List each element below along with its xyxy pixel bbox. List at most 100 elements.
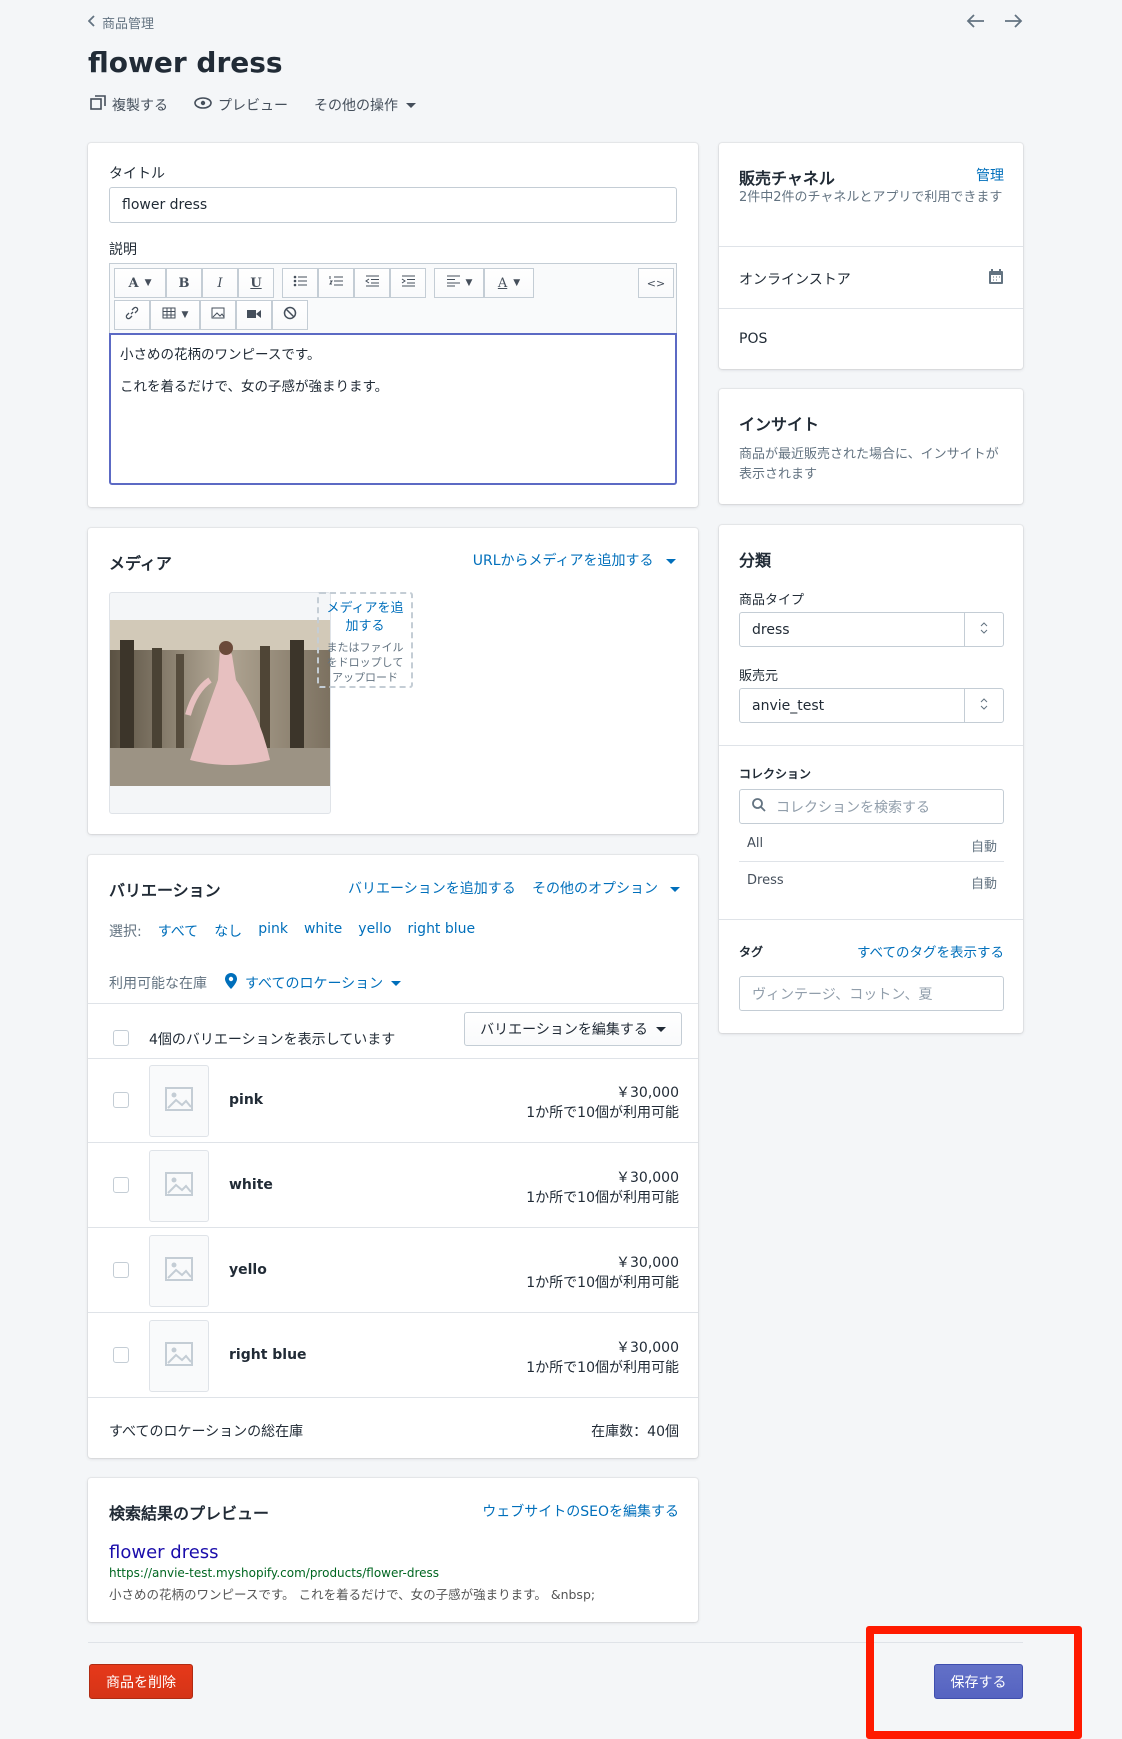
next-product-arrow-icon[interactable] bbox=[1003, 13, 1023, 33]
add-variant-link[interactable]: バリエーションを追加する bbox=[348, 878, 516, 898]
numbered-list-icon bbox=[329, 275, 343, 291]
channel-pos: POS bbox=[739, 331, 768, 347]
font-style-button[interactable]: A ▼ bbox=[114, 268, 166, 298]
sales-channels-card: 販売チャネル 管理 2件中2件のチャネルとアプリで利用できます オンラインストア… bbox=[719, 143, 1023, 369]
description-line: 小さめの花柄のワンピースです。 bbox=[120, 347, 321, 363]
sales-channels-title: 販売チャネル bbox=[739, 169, 835, 188]
vendor-stepper[interactable] bbox=[964, 689, 1003, 722]
search-icon bbox=[752, 797, 766, 816]
variant-row[interactable]: yello ￥30,000 1か所で10個が利用可能 bbox=[88, 1229, 698, 1313]
select-pink-link[interactable]: pink bbox=[258, 921, 288, 941]
image-placeholder-icon bbox=[165, 1172, 193, 1200]
prev-product-arrow-icon[interactable] bbox=[966, 13, 986, 33]
divider bbox=[719, 919, 1023, 920]
product-type-stepper[interactable] bbox=[964, 613, 1003, 646]
save-button[interactable]: 保存する bbox=[934, 1664, 1023, 1699]
variant-image-placeholder[interactable] bbox=[149, 1150, 209, 1222]
add-media-link[interactable]: メディアを追加する bbox=[319, 600, 411, 636]
total-inventory-label: すべてのロケーションの総在庫 bbox=[109, 1424, 304, 1440]
collection-mode: 自動 bbox=[970, 840, 997, 855]
seo-title: 検索結果のプレビュー bbox=[109, 1504, 270, 1523]
select-all-variants-checkbox[interactable] bbox=[113, 1030, 129, 1046]
align-button[interactable]: ▼ bbox=[434, 268, 484, 298]
link-button[interactable] bbox=[114, 300, 150, 330]
variant-stock: 1か所で10個が利用可能 bbox=[526, 1105, 679, 1121]
video-button[interactable] bbox=[236, 300, 272, 330]
italic-button[interactable]: I bbox=[202, 268, 238, 298]
select-all-link[interactable]: すべて bbox=[158, 921, 198, 941]
insights-card: インサイト 商品が最近販売された場合に、インサイトが表示されます bbox=[719, 389, 1023, 504]
underline-button[interactable]: U bbox=[238, 268, 274, 298]
collections-search-input[interactable]: コレクションを検索する bbox=[739, 789, 1004, 824]
select-right-blue-link[interactable]: right blue bbox=[408, 921, 476, 941]
delete-product-button[interactable]: 商品を削除 bbox=[89, 1664, 193, 1699]
link-icon bbox=[125, 306, 139, 324]
location-pin-icon bbox=[225, 973, 237, 993]
variants-title: バリエーション bbox=[109, 881, 221, 900]
indent-icon bbox=[401, 275, 415, 291]
select-arrows-icon bbox=[980, 621, 988, 638]
table-button[interactable]: ▼ bbox=[150, 300, 200, 330]
variant-image-placeholder[interactable] bbox=[149, 1065, 209, 1137]
view-all-tags-link[interactable]: すべてのタグを表示する bbox=[857, 941, 1004, 961]
variant-stock: 1か所で10個が利用可能 bbox=[526, 1275, 679, 1291]
select-white-link[interactable]: white bbox=[304, 921, 342, 941]
product-image bbox=[110, 620, 330, 786]
variant-row[interactable]: right blue ￥30,000 1か所で10個が利用可能 bbox=[88, 1314, 698, 1398]
product-type-label: 商品タイプ bbox=[739, 593, 805, 608]
eye-icon bbox=[194, 97, 212, 113]
edit-variants-button[interactable]: バリエーションを編集する bbox=[464, 1012, 682, 1046]
collection-item: All 自動 bbox=[747, 836, 997, 864]
location-selector[interactable]: すべてのロケーション bbox=[225, 973, 401, 993]
outdent-button[interactable] bbox=[354, 268, 390, 298]
html-source-button[interactable]: <> bbox=[638, 268, 674, 298]
tags-input[interactable]: ヴィンテージ、コットン、夏 bbox=[739, 976, 1004, 1011]
divider bbox=[88, 1003, 698, 1004]
text-color-button[interactable]: A ▼ bbox=[484, 268, 534, 298]
collections-label: コレクション bbox=[739, 767, 812, 781]
variant-row[interactable]: white ￥30,000 1か所で10個が利用可能 bbox=[88, 1144, 698, 1228]
clear-format-button[interactable] bbox=[272, 300, 308, 330]
variants-count-text: 4個のバリエーションを表示しています bbox=[149, 1032, 396, 1048]
variant-image-placeholder[interactable] bbox=[149, 1320, 209, 1392]
more-options-link[interactable]: その他のオプション bbox=[532, 878, 680, 898]
duplicate-button[interactable]: 複製する bbox=[90, 95, 168, 115]
title-input[interactable]: flower dress bbox=[109, 187, 677, 223]
collection-name: All bbox=[747, 836, 764, 851]
insights-text: 商品が最近販売された場合に、インサイトが表示されます bbox=[739, 447, 999, 482]
description-editor[interactable]: 小さめの花柄のワンピースです。 これを着るだけで、女の子感が強まります。 bbox=[109, 333, 677, 485]
variant-price: ￥30,000 bbox=[616, 1170, 679, 1186]
organization-card: 分類 商品タイプ dress 販売元 anvie_test コレクション コレク… bbox=[719, 525, 1023, 1033]
bold-button[interactable]: B bbox=[166, 268, 202, 298]
add-media-from-url-link[interactable]: URLからメディアを追加する bbox=[473, 550, 676, 570]
variant-checkbox[interactable] bbox=[113, 1262, 129, 1278]
variant-image-placeholder[interactable] bbox=[149, 1235, 209, 1307]
product-image-tile[interactable] bbox=[109, 592, 331, 814]
numbered-list-button[interactable] bbox=[318, 268, 354, 298]
variant-price: ￥30,000 bbox=[616, 1085, 679, 1101]
bullet-list-button[interactable] bbox=[282, 268, 318, 298]
more-actions-button[interactable]: その他の操作 bbox=[314, 95, 416, 115]
variant-checkbox[interactable] bbox=[113, 1347, 129, 1363]
breadcrumb-label: 商品管理 bbox=[102, 17, 155, 32]
vendor-label: 販売元 bbox=[739, 669, 779, 684]
image-button[interactable] bbox=[200, 300, 236, 330]
image-placeholder-icon bbox=[165, 1257, 193, 1285]
calendar-icon[interactable] bbox=[988, 269, 1004, 289]
variants-card: バリエーション バリエーションを追加する その他のオプション 選択: すべて な… bbox=[88, 855, 698, 1458]
select-none-link[interactable]: なし bbox=[214, 921, 242, 941]
description-label: 説明 bbox=[109, 242, 137, 258]
variant-checkbox[interactable] bbox=[113, 1092, 129, 1108]
preview-button[interactable]: プレビュー bbox=[194, 95, 288, 115]
indent-button[interactable] bbox=[390, 268, 426, 298]
manage-channels-link[interactable]: 管理 bbox=[976, 165, 1004, 185]
edit-seo-link[interactable]: ウェブサイトのSEOを編集する bbox=[482, 1501, 679, 1521]
insights-title: インサイト bbox=[739, 415, 820, 434]
variant-name: white bbox=[229, 1177, 273, 1193]
organization-title: 分類 bbox=[739, 551, 772, 570]
variant-row[interactable]: pink ￥30,000 1か所で10個が利用可能 bbox=[88, 1059, 698, 1143]
media-dropzone[interactable]: メディアを追加する またはファイルをドロップしてアップロード bbox=[317, 592, 413, 688]
variant-checkbox[interactable] bbox=[113, 1177, 129, 1193]
breadcrumb[interactable]: 商品管理 bbox=[87, 13, 155, 32]
select-yello-link[interactable]: yello bbox=[358, 921, 391, 941]
